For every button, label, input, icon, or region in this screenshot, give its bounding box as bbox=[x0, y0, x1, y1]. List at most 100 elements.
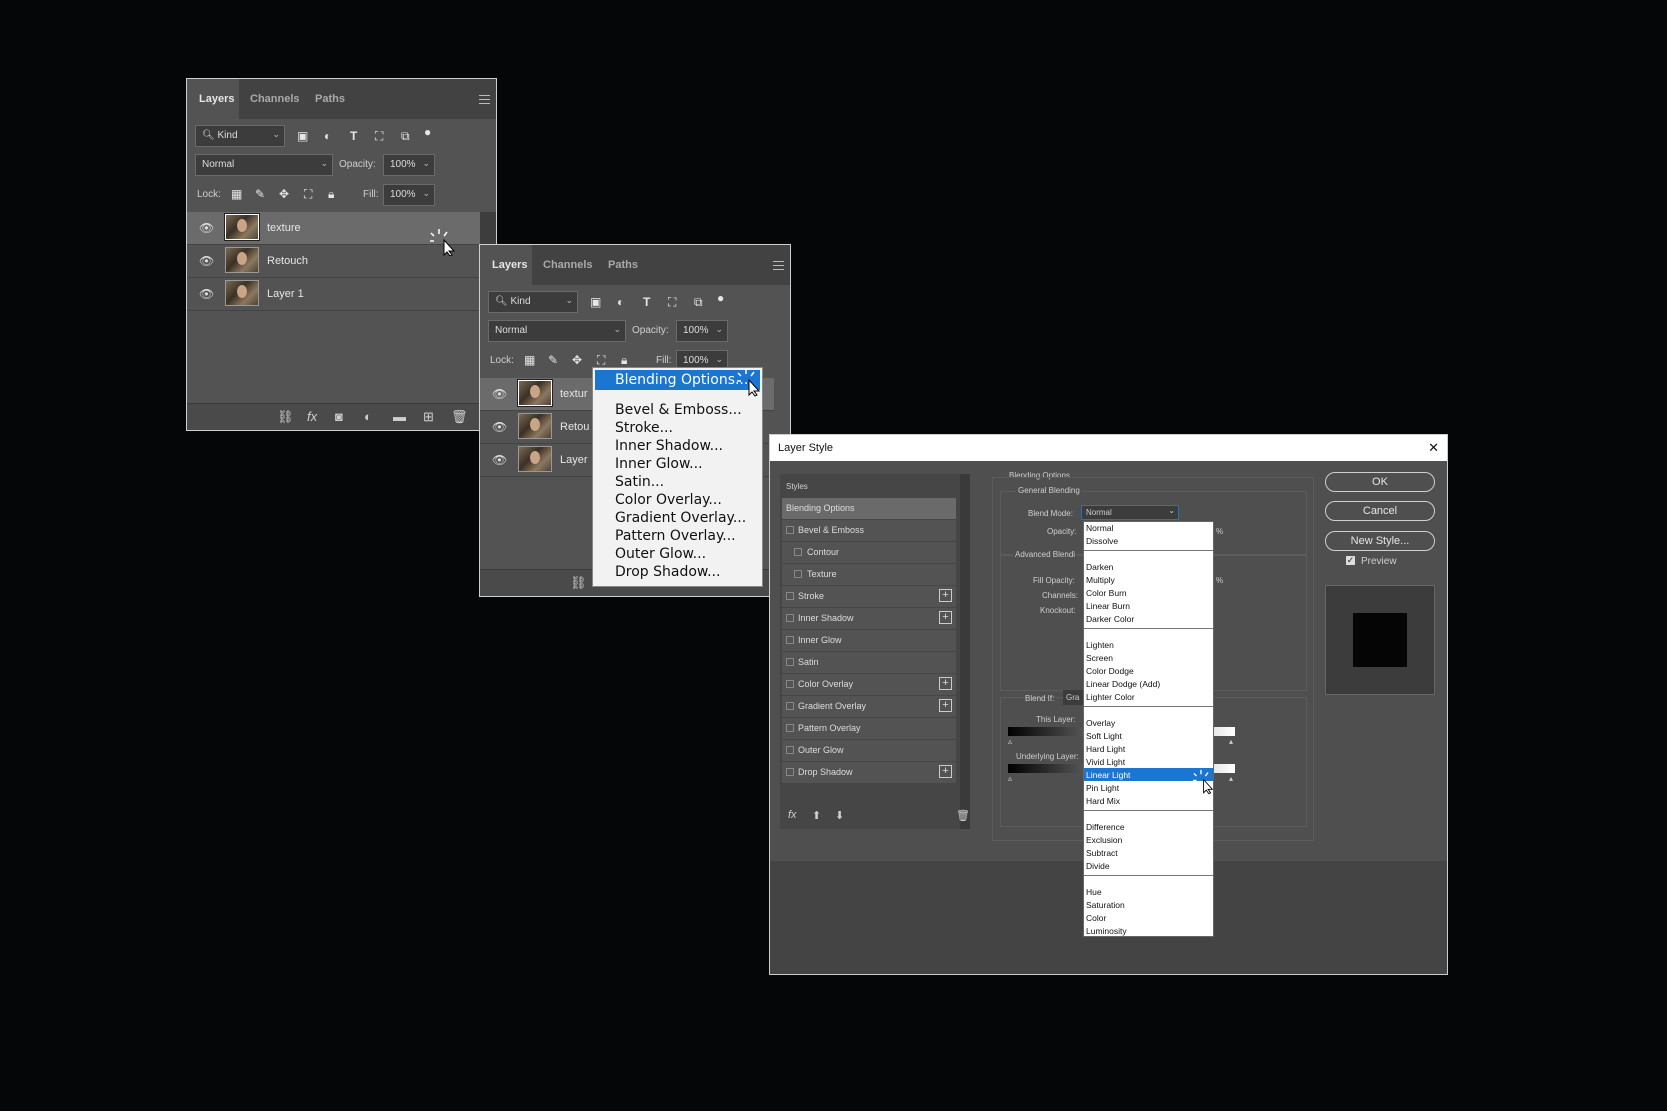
style-item-outer-glow[interactable]: Outer Glow bbox=[782, 740, 956, 761]
menu-item-blending-options[interactable]: Blending Options... bbox=[615, 372, 748, 388]
blend-option-hue[interactable]: Hue bbox=[1086, 887, 1102, 897]
adjustment-filter-icon[interactable]: ◐ bbox=[324, 129, 331, 143]
style-item-inner-glow[interactable]: Inner Glow bbox=[782, 630, 956, 651]
lock-all-icon[interactable]: 🔒︎ bbox=[621, 353, 627, 367]
blend-option-saturation[interactable]: Saturation bbox=[1086, 900, 1125, 910]
move-down-icon[interactable]: ⬇ bbox=[835, 809, 844, 822]
blend-option-normal[interactable]: Normal bbox=[1086, 523, 1113, 533]
shape-filter-icon[interactable]: ⛶ bbox=[375, 129, 383, 143]
mask-icon[interactable]: ◙ bbox=[335, 409, 343, 424]
slider-handle-icon[interactable]: ▴ bbox=[1229, 774, 1233, 783]
style-item-inner-shadow[interactable]: Inner Shadow + bbox=[782, 608, 956, 629]
menu-item-satin[interactable]: Satin... bbox=[615, 474, 664, 490]
styles-scrollbar[interactable] bbox=[960, 474, 970, 829]
link-icon[interactable]: ⛓︎ bbox=[570, 575, 587, 591]
blend-option-hard-light[interactable]: Hard Light bbox=[1086, 744, 1125, 754]
lock-brush-icon[interactable]: ✎ bbox=[548, 353, 558, 367]
blend-option-lighten[interactable]: Lighten bbox=[1086, 640, 1114, 650]
trash-icon[interactable]: 🗑︎ bbox=[956, 809, 970, 822]
close-icon[interactable]: ✕ bbox=[1428, 440, 1439, 456]
blend-option-multiply[interactable]: Multiply bbox=[1086, 575, 1115, 585]
lock-transparent-icon[interactable]: ▦ bbox=[231, 187, 242, 201]
filter-toggle-icon[interactable]: ● bbox=[717, 291, 724, 305]
style-item-blending-options[interactable]: Blending Options bbox=[782, 498, 956, 519]
slider-handle-icon[interactable]: ▵ bbox=[1008, 737, 1012, 746]
image-filter-icon[interactable]: ▣ bbox=[590, 295, 601, 309]
blend-option-hard-mix[interactable]: Hard Mix bbox=[1086, 796, 1120, 806]
blend-option-exclusion[interactable]: Exclusion bbox=[1086, 835, 1122, 845]
checkbox[interactable] bbox=[786, 702, 794, 710]
style-item-texture[interactable]: Texture bbox=[782, 564, 956, 585]
blend-option-difference[interactable]: Difference bbox=[1086, 822, 1125, 832]
checkbox[interactable] bbox=[786, 746, 794, 754]
style-item-stroke[interactable]: Stroke + bbox=[782, 586, 956, 607]
styles-header[interactable]: Styles bbox=[786, 482, 808, 491]
eye-icon[interactable]: 👁︎ bbox=[199, 287, 214, 301]
trash-icon[interactable]: 🗑︎ bbox=[451, 409, 468, 425]
layer-row[interactable]: 👁︎ Layer 1 bbox=[187, 278, 480, 311]
adjustment-filter-icon[interactable]: ◐ bbox=[617, 295, 624, 309]
blend-option-dissolve[interactable]: Dissolve bbox=[1086, 536, 1118, 546]
style-item-color-overlay[interactable]: Color Overlay + bbox=[782, 674, 956, 695]
fx-icon[interactable]: fx bbox=[307, 409, 317, 424]
tab-paths[interactable]: Paths bbox=[315, 93, 345, 105]
lock-brush-icon[interactable]: ✎ bbox=[255, 187, 265, 201]
blend-option-pin-light[interactable]: Pin Light bbox=[1086, 783, 1119, 793]
style-item-pattern-overlay[interactable]: Pattern Overlay bbox=[782, 718, 956, 739]
menu-item-bevel-emboss[interactable]: Bevel & Emboss... bbox=[615, 402, 742, 418]
new-style-button[interactable]: New Style... bbox=[1325, 531, 1435, 551]
blend-option-linear-light[interactable]: Linear Light bbox=[1086, 770, 1130, 780]
checkbox[interactable] bbox=[794, 548, 802, 556]
blend-option-color[interactable]: Color bbox=[1086, 913, 1106, 923]
panel-menu-icon[interactable] bbox=[773, 261, 784, 270]
blend-option-linear-dodge[interactable]: Linear Dodge (Add) bbox=[1086, 679, 1160, 689]
add-icon[interactable]: + bbox=[939, 589, 952, 602]
menu-item-inner-shadow[interactable]: Inner Shadow... bbox=[615, 438, 723, 454]
style-item-bevel-emboss[interactable]: Bevel & Emboss bbox=[782, 520, 956, 541]
blend-option-color-burn[interactable]: Color Burn bbox=[1086, 588, 1127, 598]
preview-checkbox[interactable]: ✓ bbox=[1346, 556, 1355, 565]
eye-icon[interactable]: 👁︎ bbox=[492, 387, 507, 401]
checkbox[interactable] bbox=[786, 724, 794, 732]
lock-move-icon[interactable]: ✥ bbox=[572, 353, 582, 367]
menu-item-drop-shadow[interactable]: Drop Shadow... bbox=[615, 564, 720, 580]
fx-icon[interactable]: fx bbox=[788, 809, 797, 821]
tab-paths[interactable]: Paths bbox=[608, 259, 638, 271]
checkbox[interactable] bbox=[786, 526, 794, 534]
eye-icon[interactable]: 👁︎ bbox=[199, 254, 214, 268]
smart-object-filter-icon[interactable]: ⧉ bbox=[401, 129, 410, 143]
blend-option-lighter-color[interactable]: Lighter Color bbox=[1086, 692, 1135, 702]
blend-if-select[interactable]: Gra bbox=[1063, 690, 1083, 705]
blend-mode-select[interactable]: Normal ⌄ bbox=[488, 320, 626, 342]
adjustment-layer-icon[interactable]: ◐ bbox=[364, 409, 372, 424]
checkbox[interactable] bbox=[794, 570, 802, 578]
tab-layers[interactable]: Layers bbox=[199, 93, 234, 105]
menu-item-inner-glow[interactable]: Inner Glow... bbox=[615, 456, 703, 472]
checkbox[interactable] bbox=[786, 768, 794, 776]
folder-icon[interactable]: ▬ bbox=[393, 409, 406, 424]
new-layer-icon[interactable]: ⊞ bbox=[423, 409, 434, 425]
style-item-contour[interactable]: Contour bbox=[782, 542, 956, 563]
blend-option-luminosity[interactable]: Luminosity bbox=[1086, 926, 1127, 936]
add-icon[interactable]: + bbox=[939, 699, 952, 712]
cancel-button[interactable]: Cancel bbox=[1325, 501, 1435, 521]
blend-option-vivid-light[interactable]: Vivid Light bbox=[1086, 757, 1125, 767]
blend-option-darken[interactable]: Darken bbox=[1086, 562, 1113, 572]
blend-option-overlay[interactable]: Overlay bbox=[1086, 718, 1115, 728]
blend-mode-select[interactable]: Normal ⌄ bbox=[195, 154, 333, 176]
opacity-field[interactable]: 100% ⌄ bbox=[676, 320, 728, 342]
style-item-drop-shadow[interactable]: Drop Shadow + bbox=[782, 762, 956, 783]
checkbox[interactable] bbox=[786, 614, 794, 622]
fill-field[interactable]: 100% ⌄ bbox=[383, 184, 435, 206]
type-filter-icon[interactable]: T bbox=[643, 295, 650, 309]
blend-option-color-dodge[interactable]: Color Dodge bbox=[1086, 666, 1134, 676]
blend-option-screen[interactable]: Screen bbox=[1086, 653, 1113, 663]
slider-handle-icon[interactable]: ▵ bbox=[1008, 774, 1012, 783]
blend-option-darker-color[interactable]: Darker Color bbox=[1086, 614, 1134, 624]
filter-kind-select[interactable]: 🔍︎ Kind ⌄ bbox=[195, 125, 285, 147]
lock-artboard-icon[interactable]: ⛶ bbox=[597, 353, 605, 367]
checkbox[interactable] bbox=[786, 636, 794, 644]
blend-option-soft-light[interactable]: Soft Light bbox=[1086, 731, 1122, 741]
add-icon[interactable]: + bbox=[939, 765, 952, 778]
type-filter-icon[interactable]: T bbox=[350, 129, 357, 143]
